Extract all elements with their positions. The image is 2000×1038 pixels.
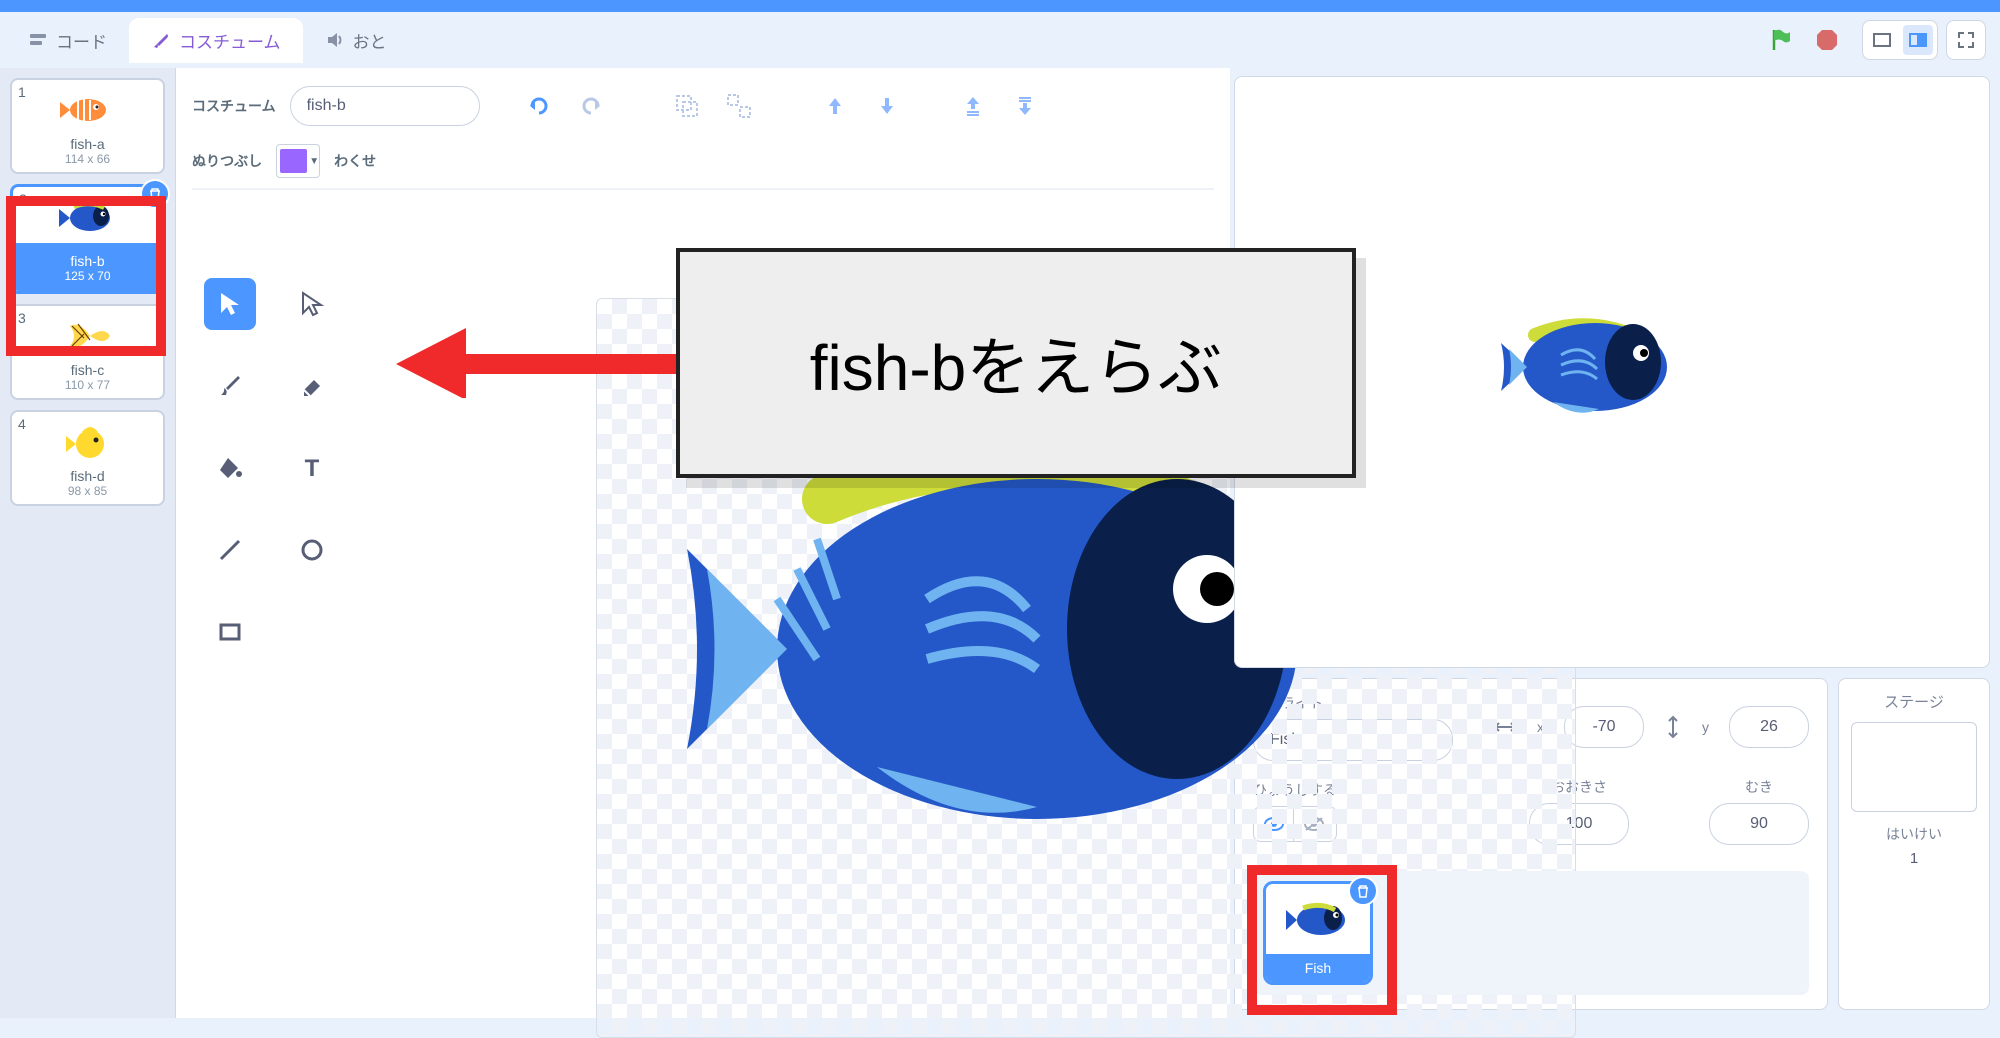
backdrop-count: 1 [1851, 850, 1977, 867]
text-tool[interactable]: T [286, 442, 338, 494]
fill-label: ぬりつぶし [192, 151, 262, 171]
line-tool[interactable] [204, 524, 256, 576]
paintbrush-icon [151, 30, 171, 50]
ungroup-button[interactable] [720, 87, 758, 125]
tab-sounds[interactable]: おと [303, 18, 409, 63]
costume-item-fish-d[interactable]: 4 fish-d 98 x 85 [10, 410, 165, 506]
brush-tool[interactable] [204, 360, 256, 412]
tab-label: コード [56, 28, 107, 53]
annotation-callout: fish-bをえらぶ [676, 248, 1356, 478]
fullscreen-button[interactable] [1951, 25, 1981, 55]
tab-costumes[interactable]: コスチューム [129, 18, 303, 63]
code-icon [28, 30, 48, 50]
tab-code[interactable]: コード [6, 18, 129, 63]
stage-selector[interactable]: ステージ はいけい 1 [1838, 678, 1990, 1010]
direction-input[interactable] [1709, 803, 1809, 845]
costume-field-label: コスチューム [192, 96, 276, 116]
header: コード コスチューム おと [0, 12, 2000, 68]
front-button[interactable] [954, 87, 992, 125]
annotation-arrow-icon [396, 328, 686, 398]
costume-name-input[interactable] [290, 86, 480, 126]
stage-label: ステージ [1851, 691, 1977, 712]
eraser-tool[interactable] [286, 360, 338, 412]
direction-label: むき [1745, 777, 1773, 797]
chevron-down-icon: ▼ [309, 156, 319, 167]
costume-name: fish-c [18, 362, 157, 378]
costume-item-fish-a[interactable]: 1 fish-a 114 x 66 [10, 78, 165, 174]
costume-name: fish-d [18, 468, 157, 484]
costume-dimensions: 110 x 77 [18, 378, 157, 392]
speaker-icon [325, 30, 345, 50]
costume-name: fish-b [19, 253, 156, 269]
menu-bar [0, 0, 2000, 12]
sprite-list: Fish [1253, 871, 1809, 995]
circle-tool[interactable] [286, 524, 338, 576]
costume-thumbnail [19, 195, 156, 239]
costume-number: 3 [18, 310, 26, 326]
costume-number: 2 [19, 191, 27, 207]
small-stage-button[interactable] [1867, 25, 1897, 55]
costume-number: 1 [18, 84, 26, 100]
costume-number: 4 [18, 416, 26, 432]
stage-sprite [1495, 307, 1685, 417]
large-stage-button[interactable] [1903, 25, 1933, 55]
costume-dimensions: 98 x 85 [18, 484, 157, 498]
delete-costume-button[interactable] [140, 179, 170, 209]
fill-tool[interactable] [204, 442, 256, 494]
forward-button[interactable] [816, 87, 854, 125]
backdrop-label: はいけい [1851, 824, 1977, 844]
costume-item-fish-c[interactable]: 3 fish-c 110 x 77 [10, 304, 165, 400]
backward-button[interactable] [868, 87, 906, 125]
costume-name: fish-a [18, 136, 157, 152]
tab-label: おと [353, 28, 387, 53]
costume-list: 1 fish-a 114 x 66 2 fish-b 125 x 70 3 [0, 68, 176, 1018]
group-button[interactable] [668, 87, 706, 125]
annotation-text: fish-bをえらぶ [810, 317, 1223, 409]
fill-color-picker[interactable]: ▼ [276, 144, 320, 178]
stage-size-controls [1862, 20, 1938, 60]
undo-button[interactable] [520, 87, 558, 125]
tool-palette: T [204, 278, 338, 658]
sprite-card-label: Fish [1266, 954, 1370, 982]
right-column: スプライト x y ひょうじする [1230, 68, 2000, 1018]
costume-dimensions: 125 x 70 [19, 269, 156, 283]
sprite-card-fish[interactable]: Fish [1263, 881, 1373, 985]
stage-thumbnail [1851, 722, 1977, 812]
fill-color-swatch [280, 149, 307, 173]
costume-dimensions: 114 x 66 [18, 152, 157, 166]
costume-thumbnail [18, 314, 157, 358]
stop-icon[interactable] [1808, 21, 1846, 59]
costume-thumbnail [18, 88, 157, 132]
tab-label: コスチューム [179, 28, 281, 53]
costume-thumbnail [18, 420, 157, 464]
y-icon [1664, 715, 1682, 739]
redo-button[interactable] [572, 87, 610, 125]
paint-editor: コスチューム ぬりつぶし [176, 68, 1230, 1018]
y-label: y [1702, 719, 1709, 735]
y-input[interactable] [1729, 706, 1809, 748]
x-input[interactable] [1564, 706, 1644, 748]
svg-text:T: T [305, 455, 320, 482]
select-tool[interactable] [204, 278, 256, 330]
outline-label: わくせ [334, 151, 376, 171]
delete-sprite-button[interactable] [1348, 876, 1378, 906]
rectangle-tool[interactable] [204, 606, 256, 658]
back-button[interactable] [1006, 87, 1044, 125]
green-flag-icon[interactable] [1762, 21, 1800, 59]
reshape-tool[interactable] [286, 278, 338, 330]
costume-item-fish-b[interactable]: 2 fish-b 125 x 70 [10, 184, 165, 294]
fullscreen-control [1946, 20, 1986, 60]
